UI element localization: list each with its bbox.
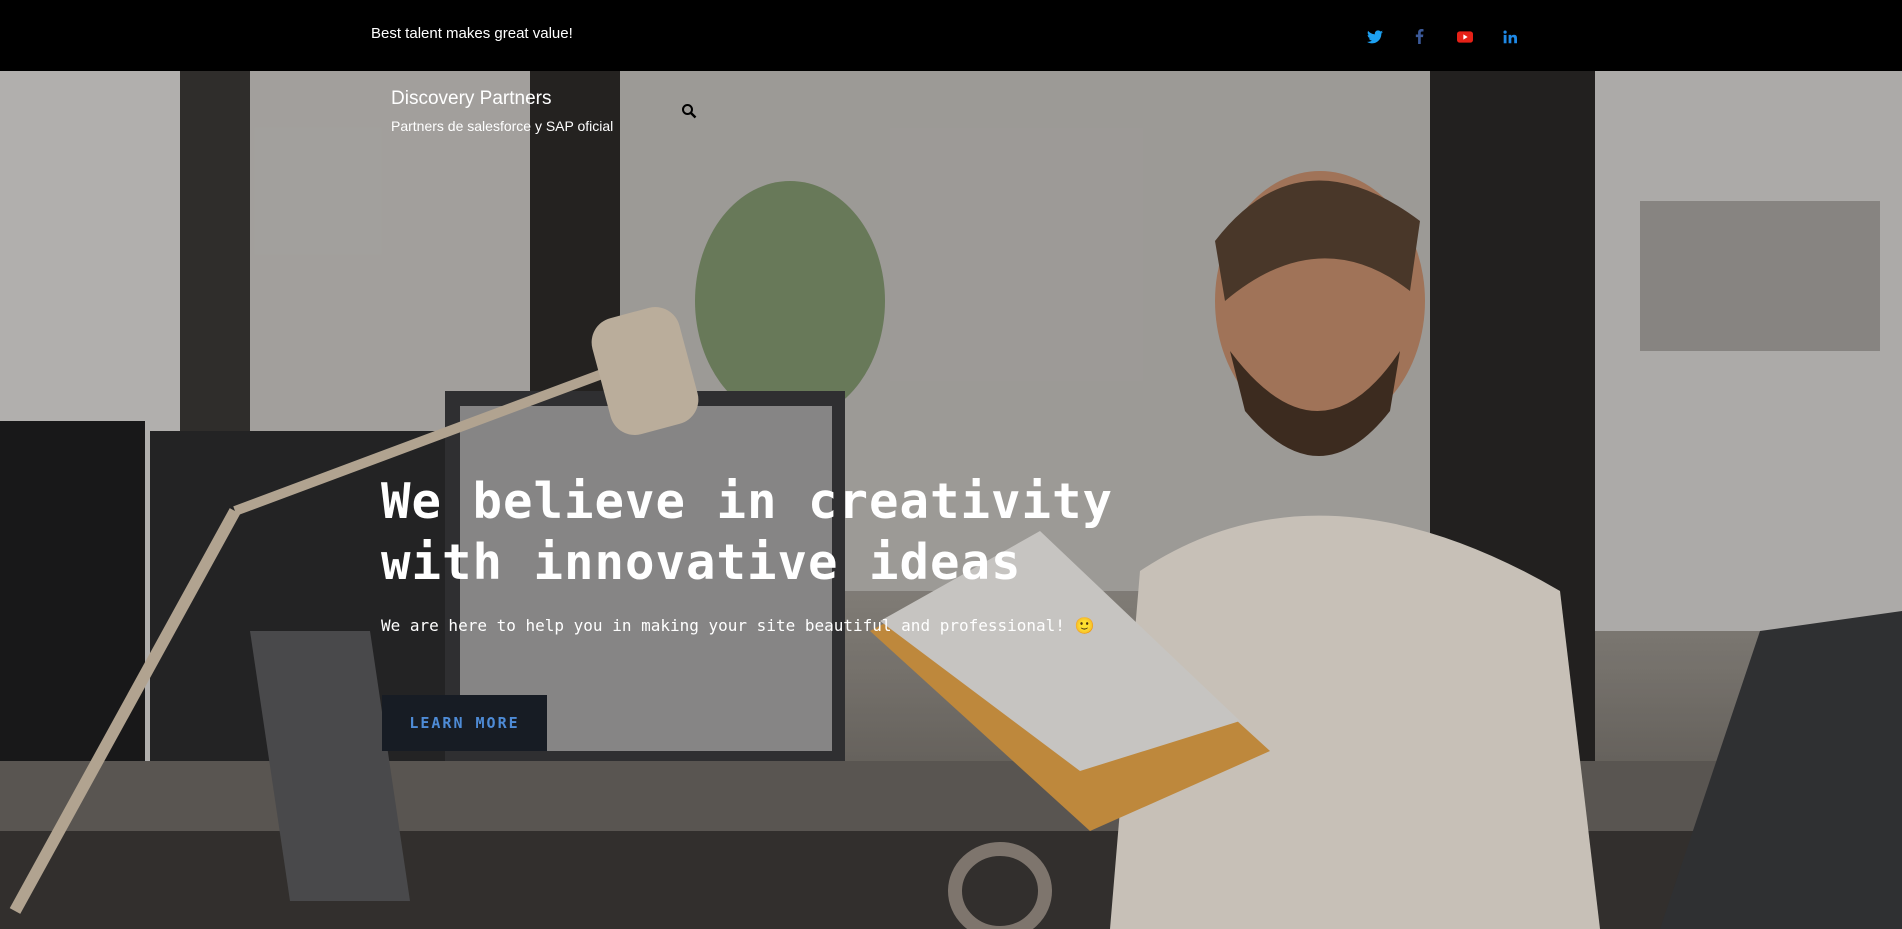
facebook-icon[interactable] xyxy=(1409,26,1430,47)
learn-more-button[interactable]: LEARN MORE xyxy=(382,695,547,751)
hero-headline-line-2: with innovative ideas xyxy=(381,534,1022,591)
hero-headline-line-1: We believe in creativity xyxy=(381,473,1114,530)
linkedin-icon[interactable] xyxy=(1499,26,1520,47)
social-links xyxy=(1364,26,1520,47)
tagline: Best talent makes great value! xyxy=(371,25,573,42)
site-title[interactable]: Discovery Partners xyxy=(391,88,552,110)
youtube-icon[interactable] xyxy=(1454,26,1475,47)
twitter-icon[interactable] xyxy=(1364,26,1385,47)
search-icon[interactable] xyxy=(681,103,699,121)
hero-section: Discovery Partners Partners de salesforc… xyxy=(0,71,1902,929)
site-tagline: Partners de salesforce y SAP oficial xyxy=(391,118,614,134)
top-bar: Best talent makes great value! xyxy=(0,0,1902,71)
hero-headline: We believe in creativity with innovative… xyxy=(381,471,1281,593)
hero-subheadline: We are here to help you in making your s… xyxy=(381,616,1095,635)
